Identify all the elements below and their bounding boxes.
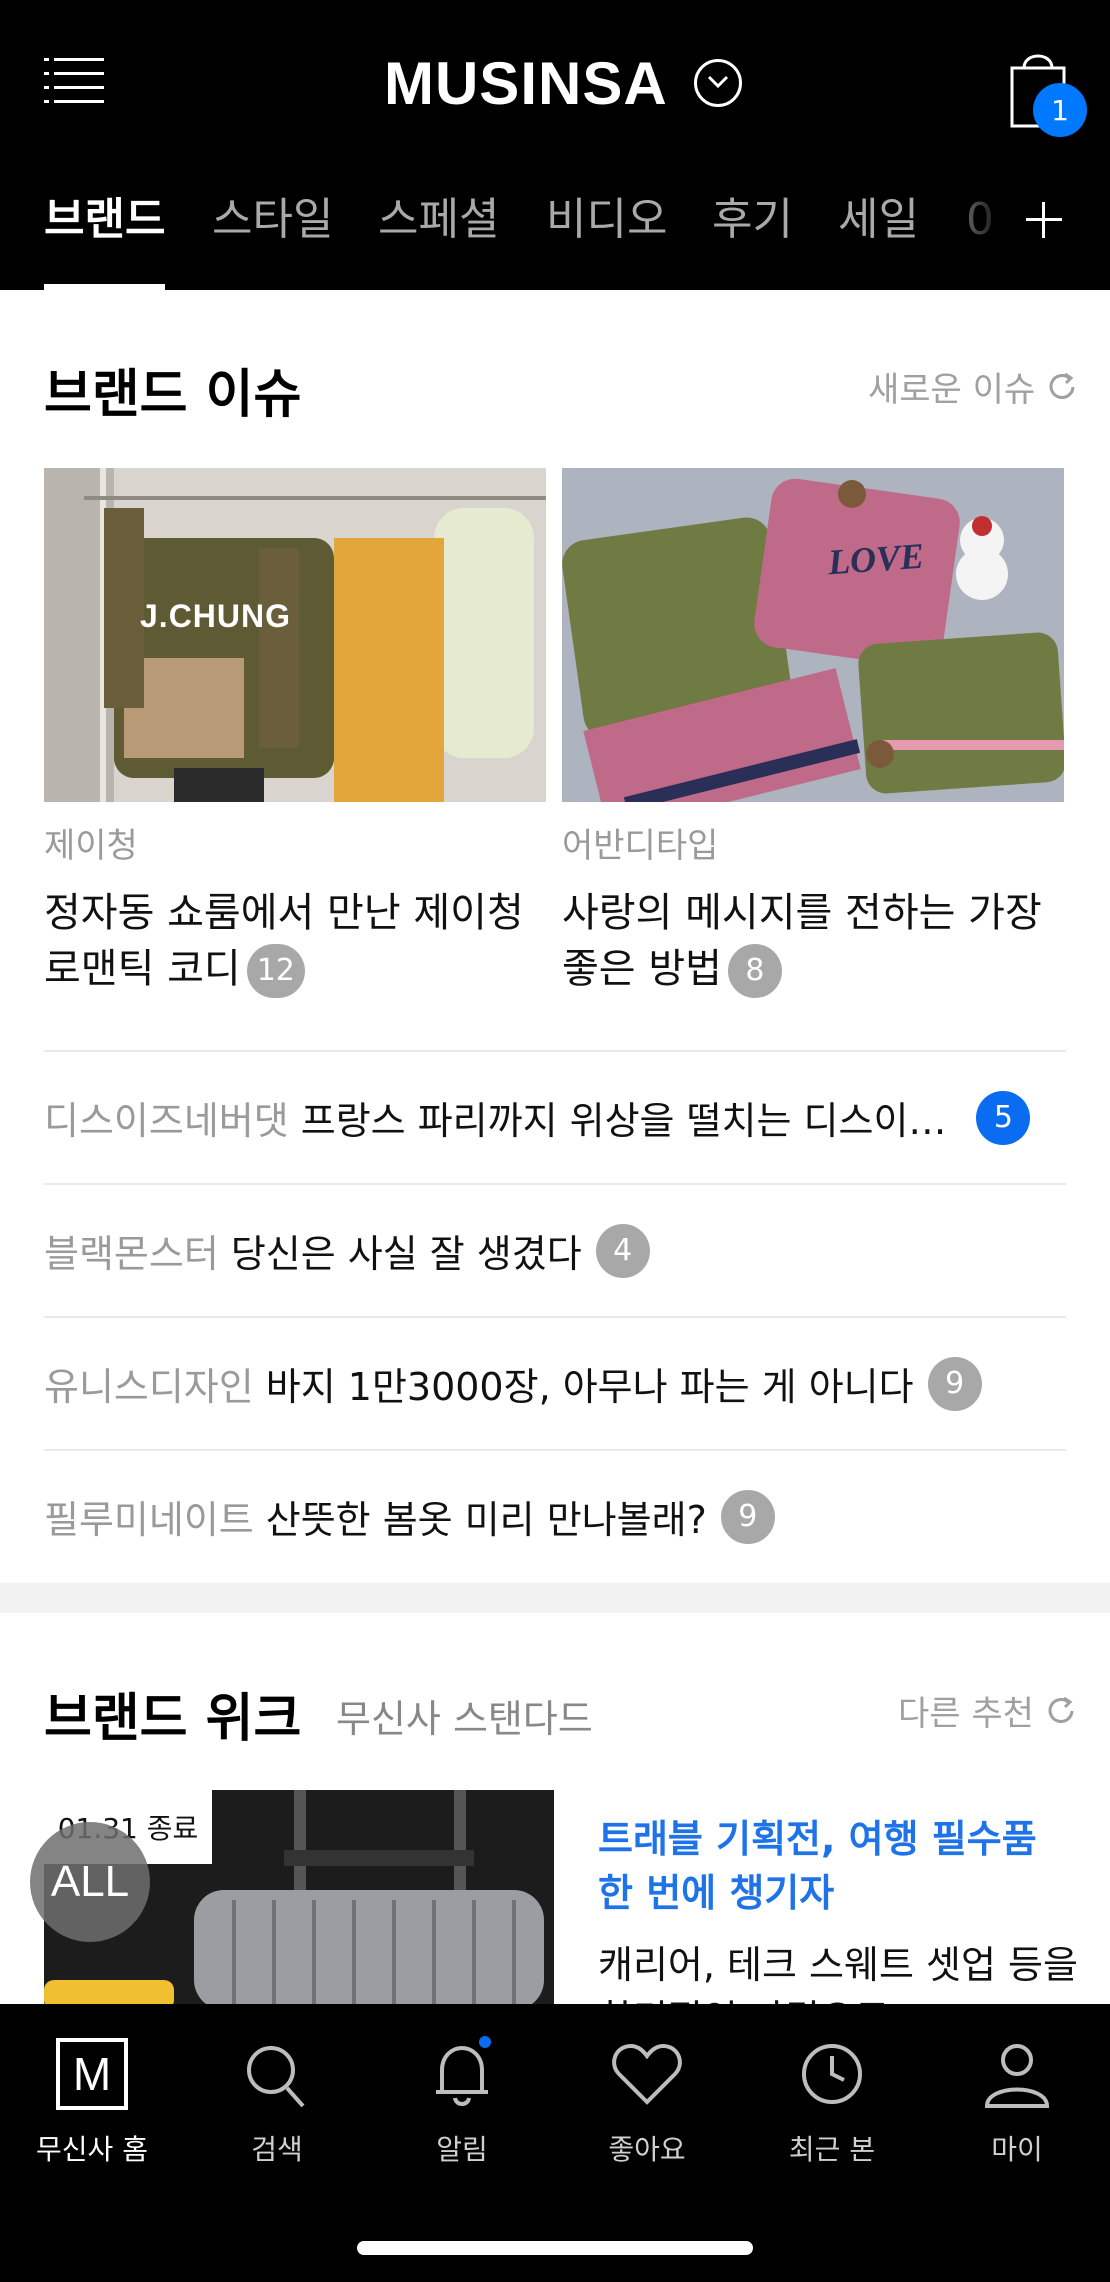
issue-list: 디스이즈네버댓 프랑스 파리까지 위상을 떨치는 디스이… 5 블랙몬스터 당신… (44, 1050, 1066, 1582)
issue-card[interactable]: LOVE 어반디타입 사랑의 메시지를 전하는 가장 좋은 방법 8 (562, 468, 1064, 998)
category-tabs: 브랜드 스타일 스페셜 비디오 후기 세일 0 (0, 185, 1110, 290)
card-brand: 어반디타입 (562, 826, 719, 866)
new-issue-refresh-button[interactable]: 새로운 이슈 (868, 362, 1079, 411)
refresh-icon (1049, 372, 1075, 399)
list-item-title: 프랑스 파리까지 위상을 떨치는 디스이… (300, 1099, 947, 1143)
nav-likes[interactable]: 좋아요 (567, 2034, 727, 2168)
comment-count-badge: 9 (720, 1489, 775, 1544)
nav-alerts[interactable]: 알림 (382, 2034, 542, 2168)
love-sweater-image: LOVE (562, 468, 1064, 802)
tab-special[interactable]: 스페셜 (378, 185, 499, 290)
refresh-label: 다른 추천 (898, 1694, 1034, 1734)
musinsa-home-icon: M (52, 2034, 132, 2114)
bell-icon (422, 2034, 502, 2114)
menu-icon[interactable] (44, 58, 104, 106)
tab-style[interactable]: 스타일 (212, 185, 333, 290)
heart-icon (607, 2034, 687, 2114)
card-title: 사랑의 메시지를 전하는 가장 좋은 방법 8 (562, 885, 1064, 998)
tab-brand[interactable]: 브랜드 (44, 185, 166, 290)
comment-count-badge: 4 (595, 1223, 650, 1278)
app-screen: MUSINSA 1 브랜드 스타일 스페셜 비디오 후기 세일 0 브랜드 이슈… (0, 0, 1110, 2282)
tab-sale[interactable]: 세일 (838, 185, 919, 290)
nav-label: 무신사 홈 (36, 2133, 148, 2166)
list-item-brand: 유니스디자인 (44, 1365, 254, 1409)
nav-label: 검색 (251, 2133, 303, 2166)
list-item-title: 산뜻한 봄옷 미리 만나볼래? (265, 1498, 707, 1542)
logo-dropdown[interactable]: MUSINSA (384, 48, 742, 118)
nav-search[interactable]: 검색 (197, 2034, 357, 2168)
nav-label: 좋아요 (608, 2133, 686, 2166)
jchung-image-text: J.CHUNG (140, 598, 292, 634)
list-item-title: 당신은 사실 잘 생겼다 (230, 1232, 582, 1276)
clock-icon (792, 2034, 872, 2114)
all-floating-button[interactable]: ALL (30, 1822, 150, 1942)
brand-week-subtitle: 무신사 스탠다드 (336, 1697, 593, 1741)
bottom-navigation: M 무신사 홈 검색 알림 좋아요 최근 본 마이 (0, 2004, 1110, 2282)
comment-count-badge: 9 (927, 1356, 982, 1411)
love-image-text: LOVE (826, 535, 926, 583)
tab-video[interactable]: 비디오 (546, 185, 667, 290)
search-icon (237, 2034, 317, 2114)
list-item[interactable]: 유니스디자인 바지 1만3000장, 아무나 파는 게 아니다 9 (44, 1316, 1066, 1449)
list-item-brand: 디스이즈네버댓 (44, 1099, 289, 1143)
card-brand: 제이청 (44, 826, 138, 866)
refresh-label: 새로운 이슈 (868, 370, 1036, 410)
brand-week-headline[interactable]: 트래블 기획전, 여행 필수품 한 번에 챙기자 (598, 1812, 1068, 1920)
issue-card[interactable]: J.CHUNG 제이청 정자동 쇼룸에서 만난 제이청 로맨틱 코디 12 (44, 468, 546, 998)
list-item[interactable]: 블랙몬스터 당신은 사실 잘 생겼다 4 (44, 1183, 1066, 1316)
section-divider (0, 1583, 1110, 1613)
nav-my[interactable]: 마이 (937, 2034, 1097, 2168)
list-item-brand: 필루미네이트 (44, 1498, 254, 1542)
refresh-icon (1048, 1696, 1074, 1723)
comment-count-badge: 8 (727, 944, 782, 998)
brand-week-title: 브랜드 위크 (44, 1689, 302, 1749)
card-title-text: 사랑의 메시지를 전하는 가장 좋은 방법 (562, 890, 1042, 992)
card-title: 정자동 쇼룸에서 만난 제이청 로맨틱 코디 12 (44, 885, 546, 998)
comment-count-badge: 5 (976, 1090, 1031, 1145)
add-tab-icon[interactable] (1020, 196, 1068, 244)
nav-label: 마이 (991, 2133, 1043, 2166)
nav-recent[interactable]: 최근 본 (752, 2034, 912, 2168)
top-header: MUSINSA 1 브랜드 스타일 스페셜 비디오 후기 세일 0 (0, 0, 1110, 290)
chevron-down-icon (693, 59, 742, 107)
home-icon-letter: M (72, 2048, 112, 2100)
nav-label: 최근 본 (788, 2133, 876, 2166)
cart-count-badge: 1 (1033, 83, 1087, 137)
list-item-title: 바지 1만3000장, 아무나 파는 게 아니다 (265, 1365, 914, 1409)
other-recommend-refresh-button[interactable]: 다른 추천 (898, 1686, 1078, 1735)
musinsa-logo: MUSINSA (384, 49, 668, 117)
nav-home[interactable]: M 무신사 홈 (12, 2034, 172, 2168)
comment-count-badge: 12 (246, 944, 305, 998)
user-icon (977, 2034, 1057, 2114)
nav-label: 알림 (436, 2133, 488, 2166)
list-item[interactable]: 디스이즈네버댓 프랑스 파리까지 위상을 떨치는 디스이… 5 (44, 1050, 1066, 1183)
home-indicator (357, 2241, 753, 2255)
tab-review[interactable]: 후기 (712, 185, 793, 290)
list-item[interactable]: 필루미네이트 산뜻한 봄옷 미리 만나볼래? 9 (44, 1449, 1066, 1582)
jchung-showroom-image: J.CHUNG (44, 468, 546, 802)
brand-issue-title: 브랜드 이슈 (44, 365, 302, 425)
list-item-brand: 블랙몬스터 (44, 1232, 219, 1276)
